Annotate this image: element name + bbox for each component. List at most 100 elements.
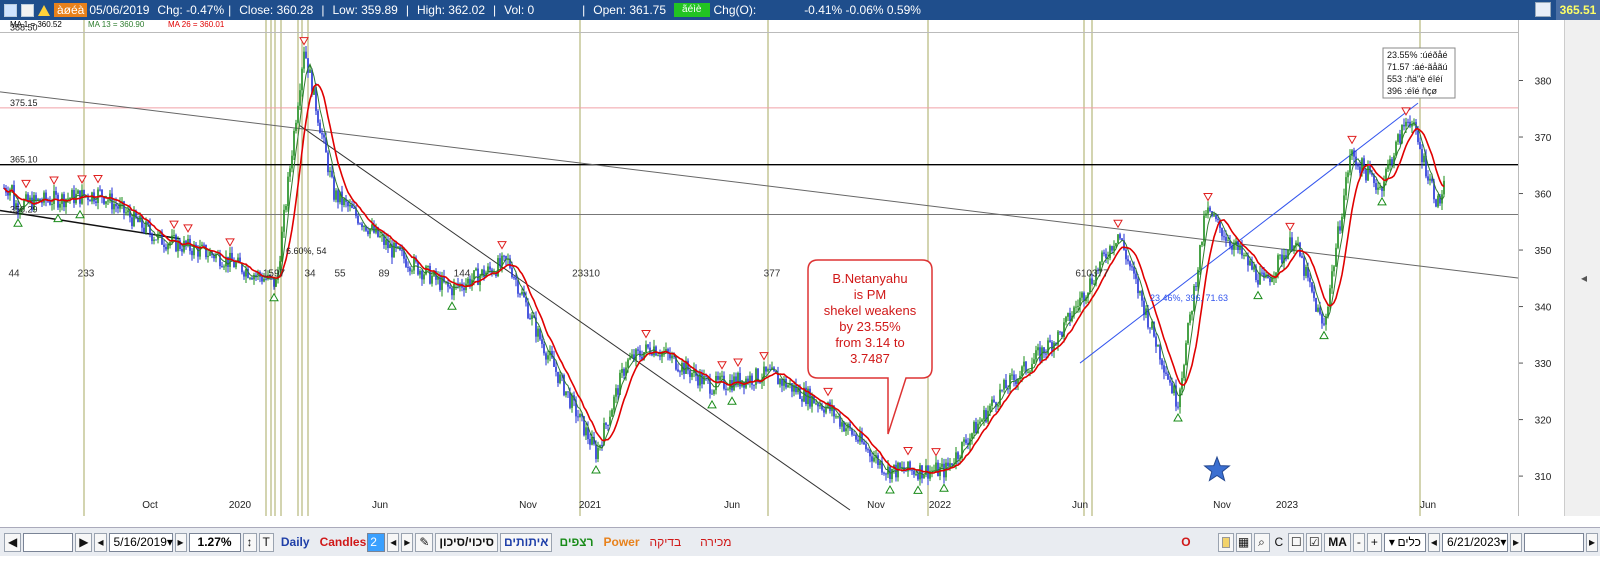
text-tool-button[interactable]: T: [258, 532, 274, 552]
candle-body: [51, 203, 53, 205]
tab-sequences[interactable]: רצפים: [559, 535, 593, 549]
candle-body: [787, 385, 789, 388]
tab-power[interactable]: Power: [604, 535, 640, 549]
candle-body: [699, 372, 701, 386]
scroll-glyph[interactable]: ◂: [1581, 271, 1587, 285]
candle-body: [251, 277, 253, 280]
prev-button[interactable]: ◂: [94, 532, 107, 552]
percent-field[interactable]: 1.27%: [188, 532, 241, 552]
check-icon[interactable]: ☑: [1306, 532, 1323, 552]
cycle-label: 377: [764, 269, 781, 280]
cycle-label: 1597: [263, 269, 286, 280]
candle-body: [249, 277, 251, 279]
tab-risk-reward[interactable]: סיכוי/סיכון: [435, 532, 498, 552]
candle-body: [1109, 246, 1111, 259]
scroll-track[interactable]: [23, 532, 74, 552]
candle-body: [151, 233, 153, 241]
candle-body: [1407, 121, 1409, 123]
candle-body: [1423, 155, 1425, 163]
candle-body: [1365, 169, 1367, 181]
candles-next-button[interactable]: ▸: [401, 532, 414, 552]
candle-body: [293, 130, 295, 156]
tab-sell[interactable]: מכירה: [700, 535, 731, 549]
o-button[interactable]: O: [1178, 533, 1193, 552]
candle-body: [697, 375, 699, 386]
candle-body: [1005, 379, 1007, 389]
c-button[interactable]: C: [1272, 533, 1287, 552]
peak-marker: [77, 175, 87, 184]
trough-marker: [591, 464, 601, 474]
zoom-in-button[interactable]: +: [1366, 532, 1382, 552]
daily-button[interactable]: Daily: [281, 535, 310, 549]
window-icon[interactable]: [4, 3, 17, 17]
header-toggle-button[interactable]: [1535, 2, 1551, 17]
page-icon[interactable]: [21, 3, 34, 17]
candle-body: [715, 375, 717, 391]
candle-body: [1187, 322, 1189, 344]
zoom-out-button[interactable]: -: [1352, 532, 1365, 552]
tools-select[interactable]: ▾ כלים: [1383, 532, 1426, 552]
candle-body: [1201, 241, 1203, 246]
candle-body: [621, 369, 623, 373]
candle-body: [255, 274, 257, 276]
candles-button[interactable]: Candles: [320, 535, 367, 549]
tab-signals[interactable]: איתותים: [500, 532, 553, 552]
candle-body: [1347, 172, 1349, 178]
candle-body: [1215, 215, 1217, 219]
candle-body: [393, 242, 395, 258]
date-from-select[interactable]: 5/16/2019 ▾: [108, 532, 173, 552]
candle-body: [769, 368, 771, 370]
candle-body: [283, 209, 285, 232]
peak-marker: [183, 224, 193, 233]
date-prev-button[interactable]: ◂: [1427, 532, 1440, 552]
resize-vertical-icon[interactable]: ↕: [242, 532, 257, 552]
candle-body: [737, 372, 739, 386]
zoom-icon[interactable]: ⌕: [1253, 532, 1270, 552]
scroll-left-button[interactable]: ◀: [4, 532, 22, 552]
right-scroll-button[interactable]: ▸: [1585, 532, 1598, 552]
candle-body: [155, 239, 157, 241]
x-tick-label: 2020: [229, 500, 252, 511]
peak-marker: [169, 220, 179, 230]
right-scroll-track[interactable]: [1523, 532, 1584, 552]
candle-body: [829, 402, 831, 411]
candle-body: [725, 388, 727, 390]
color-square-button[interactable]: [1217, 532, 1234, 552]
green-tag[interactable]: ãéìè: [674, 3, 710, 17]
chevron-down-icon: ▾: [1500, 535, 1507, 549]
candle-body: [873, 457, 875, 462]
candle-body: [489, 266, 491, 270]
candle-body: [781, 378, 783, 386]
date-next-button[interactable]: ▸: [1509, 532, 1522, 552]
tab-check[interactable]: בדיקה: [650, 535, 682, 549]
scroll-right-button[interactable]: ▶: [75, 532, 93, 552]
candle-body: [1341, 216, 1343, 231]
candle-body: [1257, 280, 1259, 285]
price-chart[interactable]: 44 233 1597 34 55 89 144 23310 377 610377 Oct 2020 J…: [0, 20, 1560, 516]
candle-body: [975, 421, 977, 434]
checkbox[interactable]: ☐: [1288, 532, 1305, 552]
candles-count-field[interactable]: 2: [367, 532, 386, 552]
candle-body: [515, 277, 517, 280]
candle-body: [303, 51, 305, 69]
chart-scroll-strip[interactable]: ◂: [1564, 20, 1600, 516]
candle-body: [1027, 371, 1029, 373]
candle-body: [585, 427, 587, 436]
next-button[interactable]: ▸: [174, 532, 187, 552]
candle-body: [795, 385, 797, 393]
ma-button[interactable]: MA: [1324, 532, 1351, 552]
date-to-select[interactable]: 6/21/2023 ▾: [1441, 532, 1508, 552]
candle-body: [891, 468, 893, 480]
candle-body: [823, 409, 825, 413]
warning-icon[interactable]: [38, 4, 50, 16]
candles-prev-button[interactable]: ◂: [387, 532, 400, 552]
candle-body: [1155, 336, 1157, 347]
candle-body: [1165, 372, 1167, 374]
candle-body: [319, 122, 321, 134]
candle-body: [521, 291, 523, 295]
grid-icon[interactable]: ▦: [1235, 532, 1252, 552]
candle-body: [1329, 288, 1331, 307]
y-axis: 310 320 330 340 350 360 370 380: [1518, 20, 1565, 516]
pencil-icon[interactable]: ✎: [415, 532, 434, 552]
candle-body: [357, 215, 359, 224]
